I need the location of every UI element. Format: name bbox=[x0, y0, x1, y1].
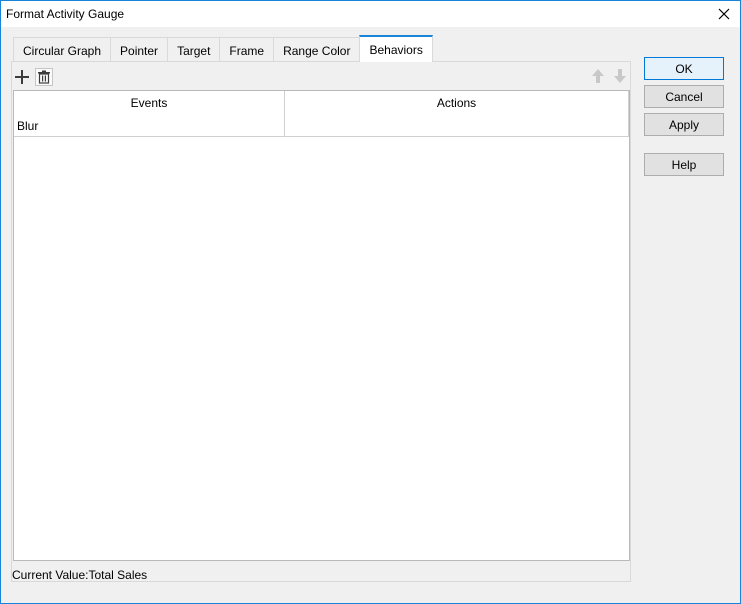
event-cell[interactable]: Blur bbox=[14, 115, 285, 136]
behaviors-panel: Events Actions Blur Current Value:Total … bbox=[11, 61, 631, 582]
ok-button[interactable]: OK bbox=[644, 57, 724, 80]
column-header-actions[interactable]: Actions bbox=[285, 91, 629, 115]
current-value-label: Current Value:Total Sales bbox=[12, 568, 148, 582]
title-bar: Format Activity Gauge bbox=[1, 1, 740, 27]
behaviors-table[interactable]: Events Actions Blur bbox=[13, 90, 630, 561]
delete-behavior-button[interactable] bbox=[35, 68, 53, 86]
add-behavior-button[interactable] bbox=[13, 68, 31, 86]
close-button[interactable] bbox=[708, 1, 740, 27]
plus-icon bbox=[15, 70, 29, 84]
window-title: Format Activity Gauge bbox=[6, 7, 125, 21]
tab-range-color[interactable]: Range Color bbox=[273, 37, 360, 63]
cancel-button[interactable]: Cancel bbox=[644, 85, 724, 108]
table-row[interactable]: Blur bbox=[14, 115, 629, 137]
apply-button[interactable]: Apply bbox=[644, 113, 724, 136]
arrow-down-icon bbox=[614, 69, 626, 83]
trash-icon bbox=[38, 70, 50, 84]
tab-behaviors[interactable]: Behaviors bbox=[359, 35, 433, 62]
tab-pointer[interactable]: Pointer bbox=[110, 37, 168, 63]
dialog-window: Format Activity Gauge Circular Graph Poi… bbox=[0, 0, 741, 604]
tab-target[interactable]: Target bbox=[167, 37, 220, 63]
tab-circular-graph[interactable]: Circular Graph bbox=[13, 37, 111, 63]
move-down-button[interactable] bbox=[611, 67, 629, 85]
table-header: Events Actions bbox=[14, 91, 629, 115]
action-cell[interactable] bbox=[285, 115, 629, 136]
close-icon bbox=[718, 8, 730, 20]
help-button[interactable]: Help bbox=[644, 153, 724, 176]
column-header-events[interactable]: Events bbox=[14, 91, 285, 115]
tab-frame[interactable]: Frame bbox=[219, 37, 274, 63]
move-up-button[interactable] bbox=[589, 67, 607, 85]
tab-strip: Circular Graph Pointer Target Frame Rang… bbox=[13, 35, 433, 63]
arrow-up-icon bbox=[592, 69, 604, 83]
